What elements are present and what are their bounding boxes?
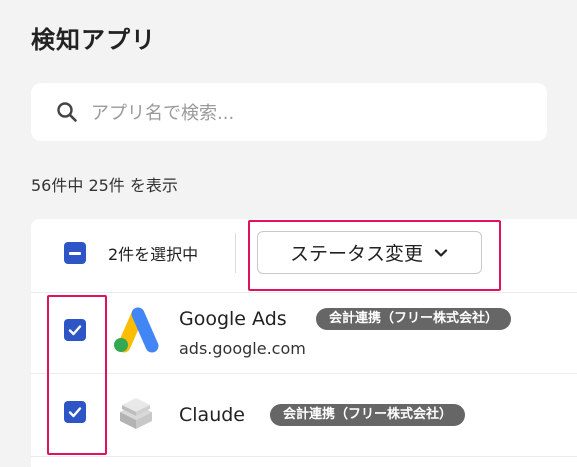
app-name[interactable]: Google Ads	[179, 308, 287, 330]
app-domain: ads.google.com	[179, 339, 306, 358]
app-name[interactable]: Claude	[179, 404, 245, 426]
claude-app-icon	[120, 398, 152, 429]
check-icon	[68, 407, 82, 418]
status-change-button[interactable]: ステータス変更	[257, 231, 482, 274]
selection-count: 2件を選択中	[108, 245, 199, 264]
integration-badge: 会計連携（フリー株式会社）	[316, 308, 512, 330]
chevron-down-icon	[434, 248, 448, 257]
row-checkbox-google-ads[interactable]	[64, 319, 86, 341]
app-list-panel: 2件を選択中 ステータス変更 Google Ads 会計連携（フリー株式会社） …	[31, 219, 577, 467]
search-box[interactable]	[31, 83, 547, 141]
row-divider	[31, 292, 577, 293]
page-title: 検知アプリ	[31, 26, 156, 54]
row-checkbox-claude[interactable]	[64, 401, 86, 423]
toolbar-divider	[235, 233, 236, 273]
search-input[interactable]	[89, 96, 533, 130]
google-ads-logo-icon	[114, 307, 159, 353]
select-all-checkbox[interactable]	[64, 242, 86, 264]
row-divider	[31, 373, 577, 374]
integration-badge: 会計連携（フリー株式会社）	[270, 404, 466, 426]
search-icon	[57, 102, 77, 122]
check-icon	[68, 325, 82, 336]
status-change-label: ステータス変更	[289, 243, 423, 265]
result-count: 56件中 25件 を表示	[31, 176, 178, 195]
row-divider	[31, 456, 577, 457]
